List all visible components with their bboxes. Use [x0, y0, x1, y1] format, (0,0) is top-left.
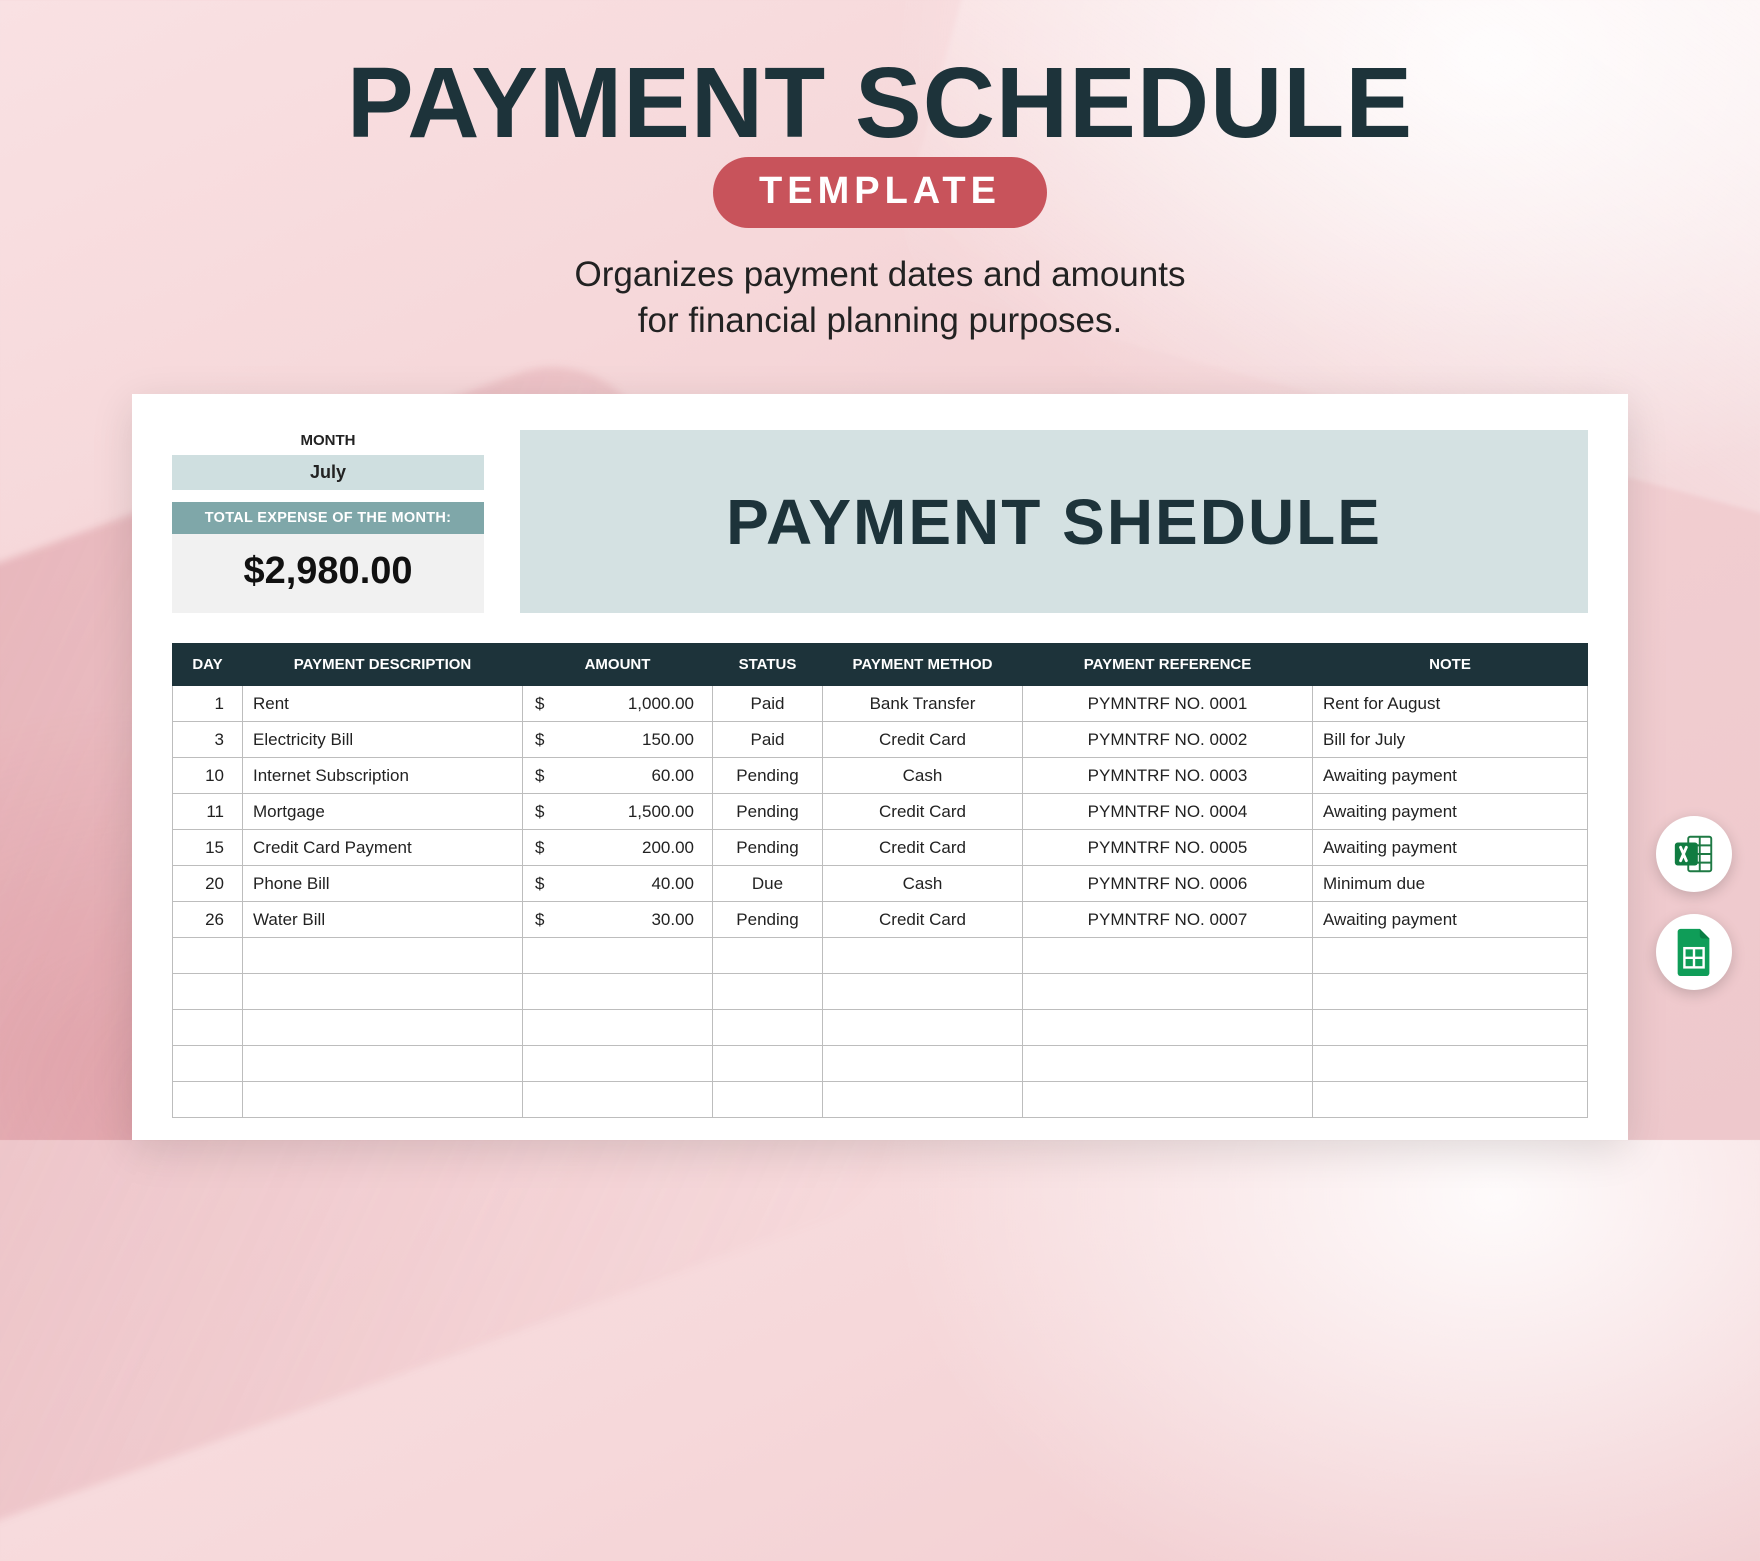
cell-note: Rent for August — [1313, 686, 1588, 722]
cell-reference: PYMNTRF NO. 0006 — [1023, 866, 1313, 902]
cell-description: Rent — [243, 686, 523, 722]
table-row: 11Mortgage$1,500.00PendingCredit CardPYM… — [173, 794, 1588, 830]
cell-amount: $1,500.00 — [523, 794, 713, 830]
cell-method: Bank Transfer — [823, 686, 1023, 722]
cell-reference: PYMNTRF NO. 0002 — [1023, 722, 1313, 758]
cell-status: Pending — [713, 830, 823, 866]
cell-reference: PYMNTRF NO. 0007 — [1023, 902, 1313, 938]
table-header: DAY PAYMENT DESCRIPTION AMOUNT STATUS PA… — [173, 644, 1588, 686]
cell-reference: PYMNTRF NO. 0001 — [1023, 686, 1313, 722]
cell-day: 10 — [173, 758, 243, 794]
table-row-empty — [173, 1010, 1588, 1046]
th-description: PAYMENT DESCRIPTION — [243, 644, 523, 686]
cell-amount: $200.00 — [523, 830, 713, 866]
month-value: July — [172, 455, 484, 490]
cell-description: Electricity Bill — [243, 722, 523, 758]
cell-status: Due — [713, 866, 823, 902]
cell-description: Phone Bill — [243, 866, 523, 902]
cell-status: Paid — [713, 722, 823, 758]
cell-status: Paid — [713, 686, 823, 722]
cell-method: Credit Card — [823, 722, 1023, 758]
table-row-empty — [173, 938, 1588, 974]
th-status: STATUS — [713, 644, 823, 686]
cell-status: Pending — [713, 794, 823, 830]
th-method: PAYMENT METHOD — [823, 644, 1023, 686]
cell-note: Bill for July — [1313, 722, 1588, 758]
banner-title: PAYMENT SHEDULE — [726, 485, 1382, 559]
cell-amount: $1,000.00 — [523, 686, 713, 722]
cell-note: Awaiting payment — [1313, 830, 1588, 866]
cell-reference: PYMNTRF NO. 0005 — [1023, 830, 1313, 866]
table-row: 10Internet Subscription$60.00PendingCash… — [173, 758, 1588, 794]
subtitle-line-1: Organizes payment dates and amounts — [0, 252, 1760, 298]
table-row: 20Phone Bill$40.00DueCashPYMNTRF NO. 000… — [173, 866, 1588, 902]
cell-amount: $150.00 — [523, 722, 713, 758]
page-title: PAYMENT SCHEDULE — [0, 56, 1760, 151]
cell-day: 20 — [173, 866, 243, 902]
table-row: 15Credit Card Payment$200.00PendingCredi… — [173, 830, 1588, 866]
cell-description: Water Bill — [243, 902, 523, 938]
payment-table: DAY PAYMENT DESCRIPTION AMOUNT STATUS PA… — [172, 643, 1588, 1118]
cell-method: Credit Card — [823, 902, 1023, 938]
table-row: 1Rent$1,000.00PaidBank TransferPYMNTRF N… — [173, 686, 1588, 722]
table-row-empty — [173, 1082, 1588, 1118]
summary-panel: MONTH July TOTAL EXPENSE OF THE MONTH: $… — [172, 430, 484, 613]
page-header: PAYMENT SCHEDULE TEMPLATE Organizes paym… — [0, 0, 1760, 343]
cell-note: Awaiting payment — [1313, 794, 1588, 830]
cell-day: 3 — [173, 722, 243, 758]
th-amount: AMOUNT — [523, 644, 713, 686]
cell-day: 1 — [173, 686, 243, 722]
page-subtitle: Organizes payment dates and amounts for … — [0, 252, 1760, 343]
google-sheets-download-button[interactable] — [1656, 914, 1732, 990]
cell-status: Pending — [713, 902, 823, 938]
cell-day: 11 — [173, 794, 243, 830]
google-sheets-icon — [1673, 927, 1715, 977]
banner: PAYMENT SHEDULE — [520, 430, 1588, 613]
table-row-empty — [173, 1046, 1588, 1082]
cell-amount: $40.00 — [523, 866, 713, 902]
cell-amount: $30.00 — [523, 902, 713, 938]
th-reference: PAYMENT REFERENCE — [1023, 644, 1313, 686]
download-icons — [1656, 816, 1732, 990]
table-row: 26Water Bill$30.00PendingCredit CardPYMN… — [173, 902, 1588, 938]
cell-reference: PYMNTRF NO. 0004 — [1023, 794, 1313, 830]
spreadsheet-card: MONTH July TOTAL EXPENSE OF THE MONTH: $… — [132, 394, 1628, 1140]
cell-method: Cash — [823, 758, 1023, 794]
cell-day: 26 — [173, 902, 243, 938]
summary-row: MONTH July TOTAL EXPENSE OF THE MONTH: $… — [172, 430, 1588, 613]
total-expense-value: $2,980.00 — [172, 534, 484, 613]
cell-amount: $60.00 — [523, 758, 713, 794]
cell-status: Pending — [713, 758, 823, 794]
table-row: 3Electricity Bill$150.00PaidCredit CardP… — [173, 722, 1588, 758]
cell-description: Credit Card Payment — [243, 830, 523, 866]
total-expense-label: TOTAL EXPENSE OF THE MONTH: — [172, 502, 484, 534]
th-day: DAY — [173, 644, 243, 686]
cell-description: Internet Subscription — [243, 758, 523, 794]
cell-method: Credit Card — [823, 794, 1023, 830]
th-note: NOTE — [1313, 644, 1588, 686]
cell-description: Mortgage — [243, 794, 523, 830]
template-pill: TEMPLATE — [713, 157, 1047, 228]
cell-reference: PYMNTRF NO. 0003 — [1023, 758, 1313, 794]
excel-icon — [1671, 831, 1717, 877]
cell-day: 15 — [173, 830, 243, 866]
month-label: MONTH — [172, 430, 484, 455]
cell-note: Awaiting payment — [1313, 902, 1588, 938]
subtitle-line-2: for financial planning purposes. — [0, 298, 1760, 344]
cell-note: Minimum due — [1313, 866, 1588, 902]
table-body: 1Rent$1,000.00PaidBank TransferPYMNTRF N… — [173, 686, 1588, 1118]
cell-method: Cash — [823, 866, 1023, 902]
table-row-empty — [173, 974, 1588, 1010]
excel-download-button[interactable] — [1656, 816, 1732, 892]
cell-note: Awaiting payment — [1313, 758, 1588, 794]
cell-method: Credit Card — [823, 830, 1023, 866]
